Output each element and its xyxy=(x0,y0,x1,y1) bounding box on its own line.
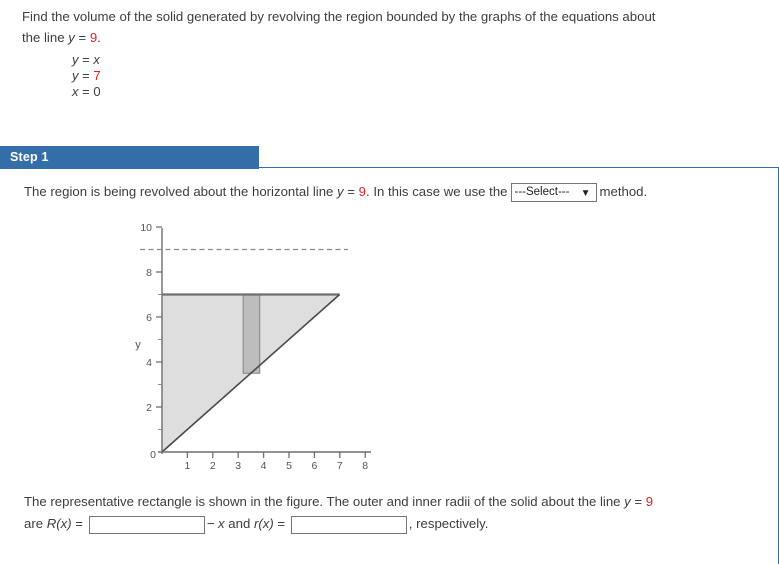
y-tick-label: 0 xyxy=(150,449,156,461)
x-axis-tick-labels: 1 2 3 4 5 6 7 8 xyxy=(184,460,368,472)
x-tick-label: 7 xyxy=(337,460,343,472)
step-body-eq: = xyxy=(343,184,359,199)
y-axis-label: y xyxy=(135,339,141,351)
equation-op: = xyxy=(78,84,94,99)
outer-radius-eq: = xyxy=(71,516,87,531)
x-axis-ticks xyxy=(186,452,366,458)
equation-rhs: x xyxy=(93,52,100,67)
x-tick-label: 2 xyxy=(210,460,216,472)
equation-op: = xyxy=(78,52,94,67)
outer-radius-suffix: − x xyxy=(206,516,225,531)
equation-list: y = x y = 7 x = 0 xyxy=(72,52,101,100)
inner-radius-eq: = xyxy=(273,516,289,531)
outer-radius-input[interactable] xyxy=(88,515,205,534)
step-body-mid: . In this case we use the xyxy=(366,184,508,199)
radii-are-label: are xyxy=(24,516,47,531)
graph-svg: 10 8 6 4 2 0 1 2 3 4 5 6 7 8 y x xyxy=(135,222,371,476)
radii-line-1: The representative rectangle is shown in… xyxy=(24,491,764,513)
radii-line-1-pre: The representative rectangle is shown in… xyxy=(24,494,625,509)
radii-line-1-value: 9 xyxy=(645,494,654,509)
page-root: Find the volume of the solid generated b… xyxy=(0,0,779,564)
method-select-value: ---Select--- xyxy=(514,186,570,199)
chevron-down-icon: ▼ xyxy=(580,188,591,200)
outer-radius-label: R(x) xyxy=(46,516,72,531)
x-tick-label: 1 xyxy=(184,460,190,472)
method-select[interactable]: ---Select--- ▼ xyxy=(510,183,597,203)
x-tick-label: 8 xyxy=(362,460,368,472)
x-tick-label: 4 xyxy=(261,460,267,472)
x-tick-label: 3 xyxy=(235,460,241,472)
inner-radius-input[interactable] xyxy=(290,515,407,534)
problem-statement: Find the volume of the solid generated b… xyxy=(22,6,754,48)
equation-item: y = 7 xyxy=(72,68,101,84)
y-tick-label: 4 xyxy=(146,357,152,369)
equation-item: x = 0 xyxy=(72,84,101,100)
step-1-header: Step 1 xyxy=(0,146,259,168)
problem-line-2-eq: = xyxy=(74,30,90,45)
step-body-post: method. xyxy=(599,184,648,199)
radii-conjunction: and xyxy=(224,516,254,531)
y-tick-label: 10 xyxy=(140,222,152,234)
problem-line-2-post: . xyxy=(97,30,101,45)
x-tick-label: 5 xyxy=(286,460,292,472)
inner-radius-label: r(x) xyxy=(253,516,274,531)
x-tick-label: 6 xyxy=(311,460,317,472)
radii-line-2: are R(x) = − x and r(x) = , respectively… xyxy=(24,513,764,535)
x-axis-label: x xyxy=(261,475,267,476)
step-body-pre: The region is being revolved about the h… xyxy=(24,184,338,199)
figure-graph: 10 8 6 4 2 0 1 2 3 4 5 6 7 8 y x xyxy=(118,206,398,476)
step-1-title: Step 1 xyxy=(10,150,49,164)
y-axis-major-ticks xyxy=(156,226,162,408)
equation-item: y = x xyxy=(72,52,101,68)
y-axis-tick-labels: 10 8 6 4 2 0 xyxy=(140,222,156,461)
problem-line-1: Find the volume of the solid generated b… xyxy=(22,9,656,24)
step-body-var: y xyxy=(337,184,344,199)
problem-line-2-var: y xyxy=(68,30,75,45)
radii-line-1-eq: = xyxy=(630,494,646,509)
problem-line-2-pre: the line xyxy=(22,30,69,45)
y-tick-label: 6 xyxy=(146,312,152,324)
step-body-value: 9 xyxy=(358,184,367,199)
representative-rectangle xyxy=(242,293,261,374)
y-tick-label: 2 xyxy=(146,402,152,414)
radii-line-1-var: y xyxy=(624,494,631,509)
equation-rhs: 7 xyxy=(93,68,101,83)
equation-rhs: 0 xyxy=(93,84,101,99)
radii-line-2-end: , respectively. xyxy=(408,516,489,531)
radii-question: The representative rectangle is shown in… xyxy=(24,491,764,535)
y-tick-label: 8 xyxy=(146,267,152,279)
equation-op: = xyxy=(78,68,94,83)
step-1-body-text: The region is being revolved about the h… xyxy=(24,182,648,203)
